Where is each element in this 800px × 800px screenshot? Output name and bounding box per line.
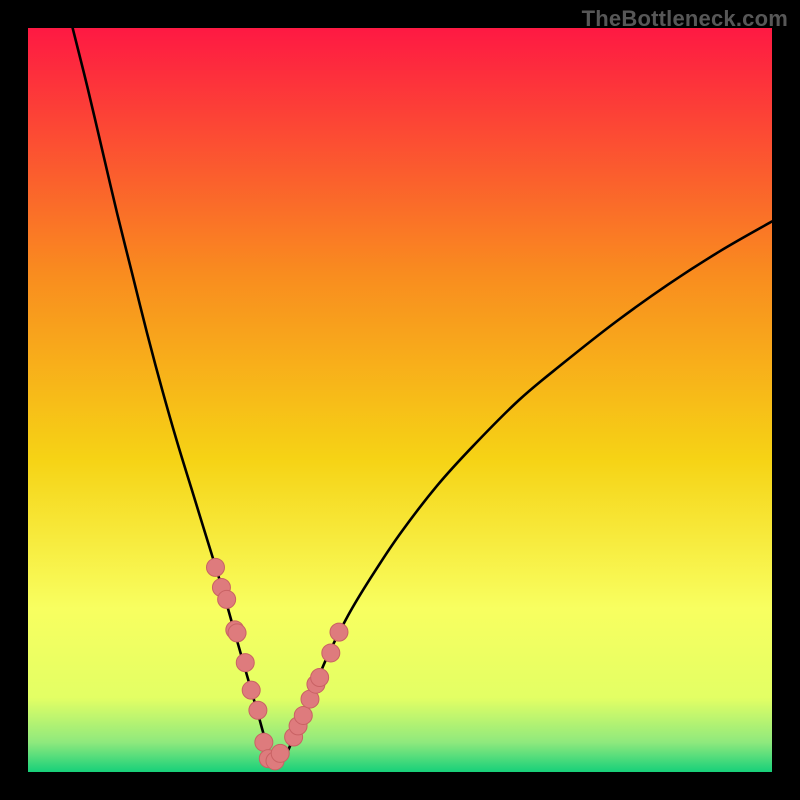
marker-point — [311, 669, 329, 687]
marker-point — [249, 701, 267, 719]
marker-point — [322, 644, 340, 662]
plot-area — [28, 28, 772, 772]
plot-area-outer — [28, 28, 772, 772]
app-frame: TheBottleneck.com — [0, 0, 800, 800]
marker-point — [255, 733, 273, 751]
watermark-text: TheBottleneck.com — [582, 6, 788, 32]
marker-point — [294, 706, 312, 724]
marker-point — [242, 681, 260, 699]
marker-point — [206, 558, 224, 576]
chart-background-gradient — [28, 28, 772, 772]
marker-point — [271, 744, 289, 762]
marker-point — [236, 654, 254, 672]
bottleneck-chart — [28, 28, 772, 772]
marker-point — [330, 623, 348, 641]
marker-point — [228, 624, 246, 642]
marker-point — [218, 590, 236, 608]
